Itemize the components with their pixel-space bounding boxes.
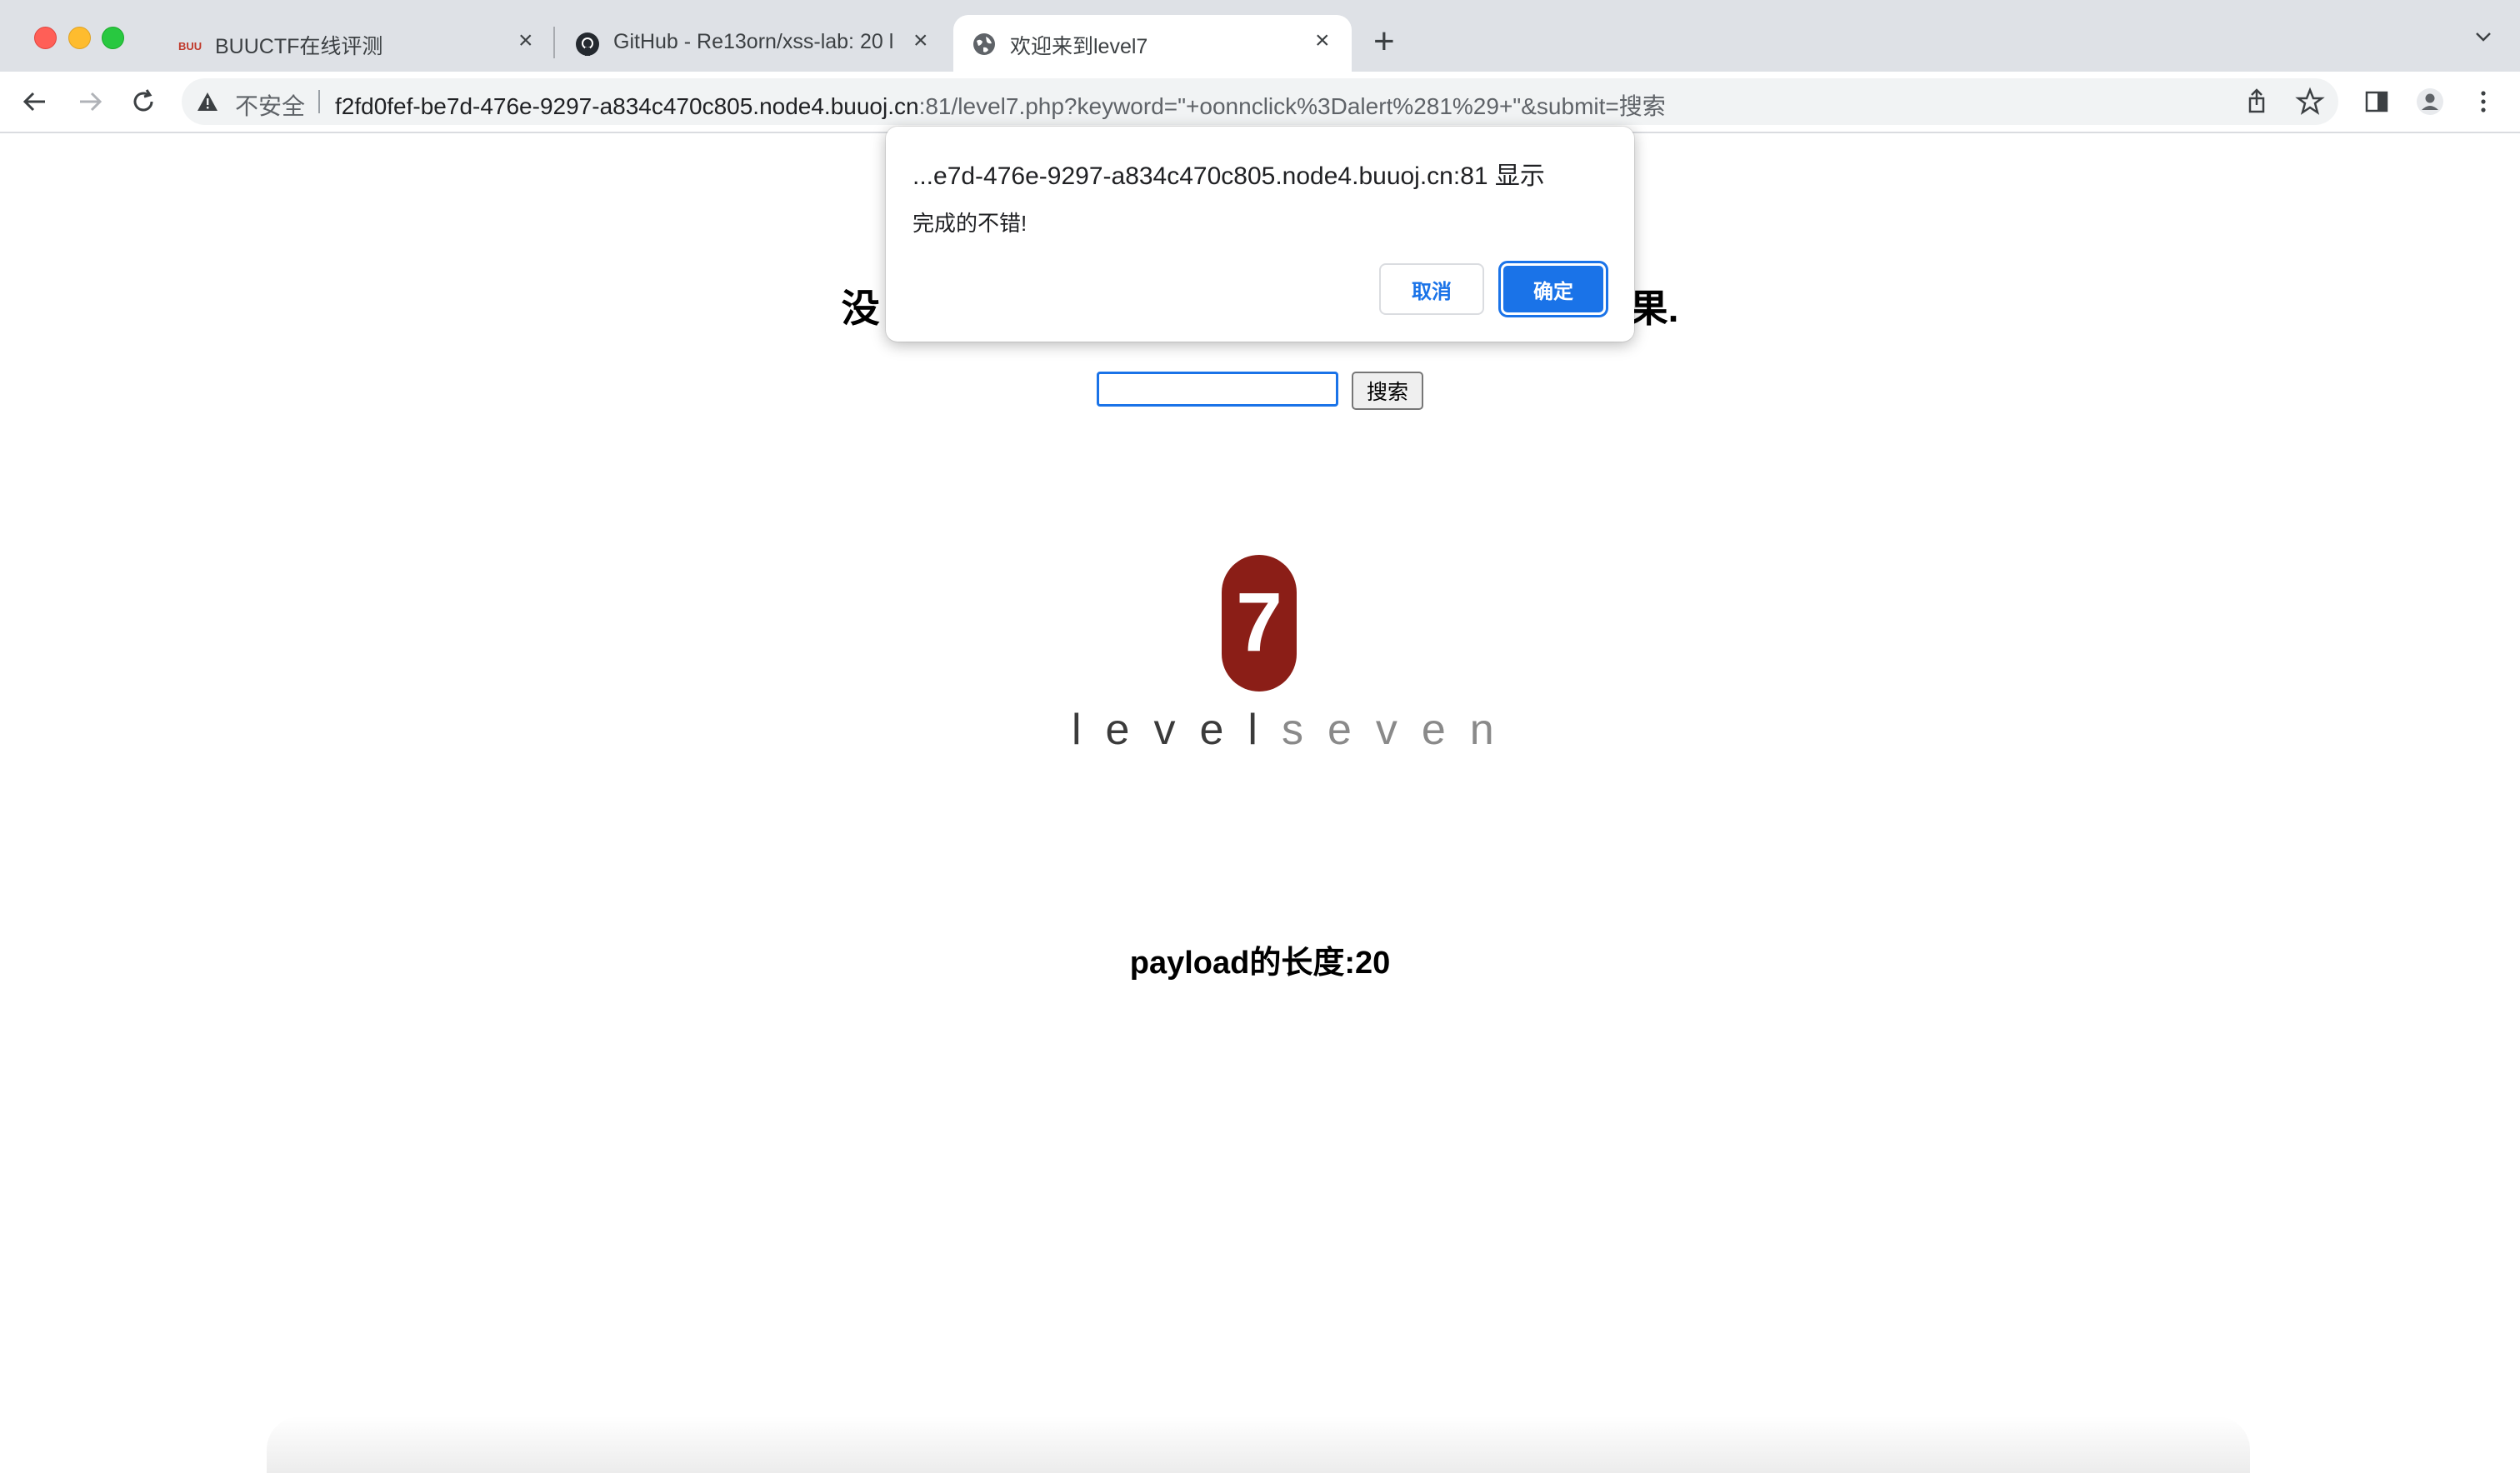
logo-number: 7	[1236, 576, 1282, 669]
close-tab-icon[interactable]: ×	[518, 28, 533, 53]
close-tab-icon[interactable]: ×	[913, 28, 928, 53]
side-panel-icon[interactable]	[2362, 87, 2392, 117]
dialog-title: ...e7d-476e-9297-a834c470c805.node4.buuo…	[912, 162, 1545, 190]
heading-right-text: 果.	[1629, 287, 1679, 330]
tab-title: 欢迎来到level7	[1010, 35, 1148, 58]
close-window-button[interactable]	[34, 27, 57, 49]
logo-word-seven: seven	[1281, 706, 1518, 754]
heading-left-text: 没	[841, 287, 880, 330]
logo-word-level: level	[1072, 706, 1282, 754]
address-divider	[318, 90, 320, 113]
address-bar[interactable]: 不安全 f2fd0fef-be7d-476e-9297-a834c470c805…	[182, 78, 2338, 125]
tab-github[interactable]: GitHub - Re13orn/xss-lab: 20 l ×	[557, 15, 948, 72]
svg-text:BUU: BUU	[178, 40, 202, 52]
tab-strip: BUU BUUCTF在线评测 × GitHub - Re13orn/xss-la…	[0, 0, 2520, 72]
bookmark-star-icon[interactable]	[2295, 87, 2325, 117]
buuctf-favicon-icon: BUU	[178, 40, 202, 52]
search-button[interactable]: 搜索	[1352, 372, 1423, 410]
maximize-window-button[interactable]	[102, 27, 124, 49]
forward-arrow-icon[interactable]	[75, 87, 105, 117]
share-icon[interactable]	[2242, 87, 2272, 117]
url-path: :81/level7.php?keyword="+oonnclick%3Dale…	[918, 93, 1666, 119]
tab-divider	[553, 27, 555, 58]
payload-length-text: payload的长度:20	[1129, 946, 1391, 981]
chevron-down-icon[interactable]	[2475, 32, 2492, 42]
close-tab-icon[interactable]: ×	[1315, 28, 1330, 53]
warning-icon[interactable]	[197, 92, 218, 112]
globe-icon	[973, 33, 995, 55]
alert-dialog: ...e7d-476e-9297-a834c470c805.node4.buuo…	[886, 127, 1634, 342]
level-logo-badge: 7	[1222, 555, 1297, 692]
back-arrow-icon[interactable]	[20, 87, 50, 117]
cancel-button[interactable]: 取消	[1379, 263, 1484, 315]
level-logo-wordmark: levelseven	[1072, 705, 1494, 755]
keyword-input[interactable]	[1097, 372, 1338, 407]
profile-avatar-icon[interactable]	[2415, 87, 2445, 117]
browser-toolbar: 不安全 f2fd0fef-be7d-476e-9297-a834c470c805…	[0, 72, 2520, 133]
url-host: f2fd0fef-be7d-476e-9297-a834c470c805.nod…	[335, 93, 919, 119]
tab-level7[interactable]: 欢迎来到level7 ×	[953, 15, 1352, 72]
window-bottom-shadow	[267, 1416, 2250, 1473]
new-tab-button[interactable]: +	[1373, 23, 1395, 60]
url-text[interactable]: f2fd0fef-be7d-476e-9297-a834c470c805.nod…	[335, 88, 1666, 122]
tab-buuctf[interactable]: BUU BUUCTF在线评测 ×	[158, 15, 550, 72]
tab-title: GitHub - Re13orn/xss-lab: 20 l	[613, 30, 894, 53]
tab-title: BUUCTF在线评测	[215, 35, 383, 58]
ok-button[interactable]: 确定	[1498, 261, 1608, 317]
security-label[interactable]: 不安全	[235, 88, 305, 122]
github-icon	[576, 32, 599, 56]
more-menu-icon[interactable]	[2468, 87, 2498, 117]
reload-icon[interactable]	[128, 87, 158, 117]
minimize-window-button[interactable]	[68, 27, 91, 49]
dialog-message: 完成的不错!	[912, 211, 1028, 236]
